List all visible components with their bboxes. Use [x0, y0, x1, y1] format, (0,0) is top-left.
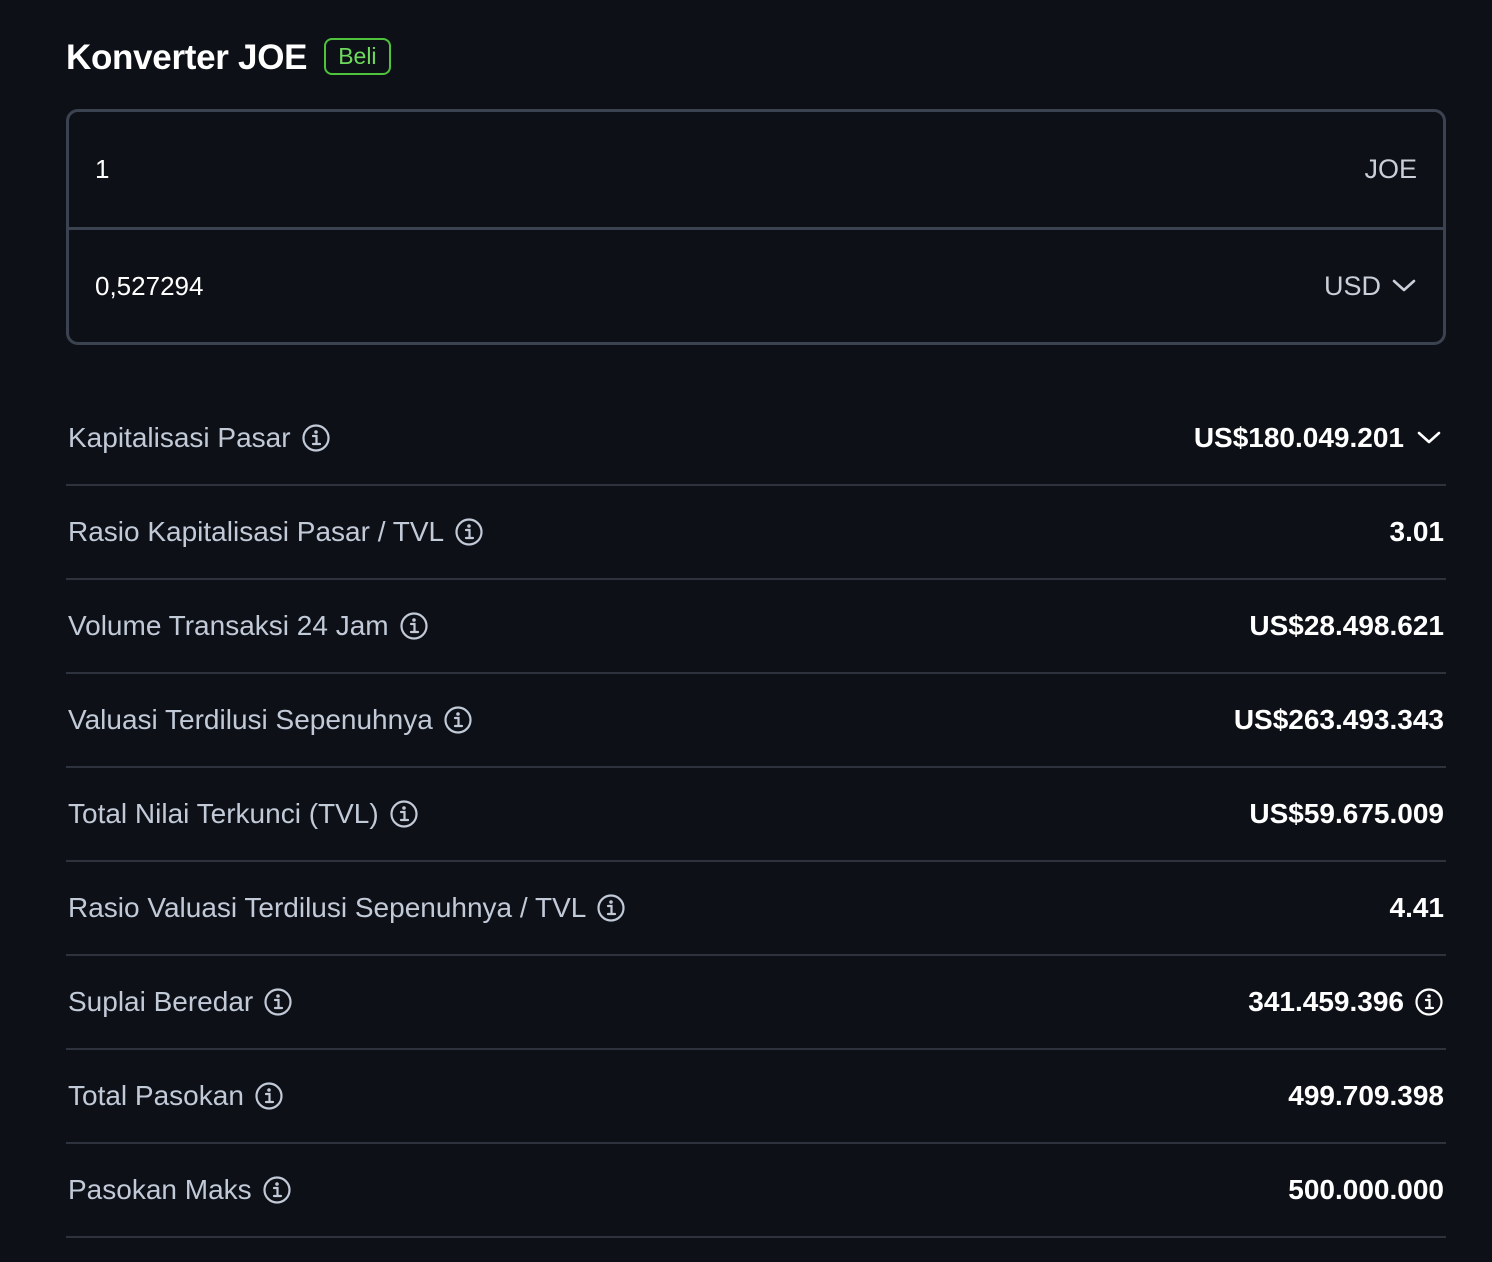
- info-icon[interactable]: [399, 611, 429, 641]
- stat-label: Total Nilai Terkunci (TVL): [68, 798, 379, 829]
- stats-list: Kapitalisasi Pasar US$180.049.201 Rasio …: [66, 392, 1446, 1238]
- stat-value: 500.000.000: [1288, 1174, 1444, 1205]
- from-amount-input[interactable]: [95, 154, 695, 185]
- stat-row-mcap-tvl-ratio: Rasio Kapitalisasi Pasar / TVL 3.01: [66, 486, 1446, 580]
- converter-panel: Konverter JOE Beli JOE USD Kapitalisasi …: [66, 0, 1446, 1238]
- from-unit-text: JOE: [1364, 154, 1417, 184]
- stat-label: Pasokan Maks: [68, 1174, 252, 1205]
- header: Konverter JOE Beli: [66, 0, 1446, 114]
- info-icon[interactable]: [254, 1081, 284, 1111]
- info-icon[interactable]: [389, 799, 419, 829]
- info-icon[interactable]: [263, 987, 293, 1017]
- stat-row-fdv: Valuasi Terdilusi Sepenuhnya US$263.493.…: [66, 674, 1446, 768]
- stat-row-total-supply: Total Pasokan 499.709.398: [66, 1050, 1446, 1144]
- currency-select[interactable]: USD: [1324, 271, 1417, 302]
- stat-row-market-cap: Kapitalisasi Pasar US$180.049.201: [66, 392, 1446, 486]
- stat-value: 341.459.396: [1248, 986, 1404, 1017]
- info-icon[interactable]: [301, 423, 331, 453]
- stat-label: Rasio Kapitalisasi Pasar / TVL: [68, 516, 445, 547]
- converter-to-row: USD: [69, 227, 1443, 342]
- stat-value: US$28.498.621: [1249, 610, 1444, 641]
- stat-label: Suplai Beredar: [68, 986, 254, 1017]
- stat-value: 499.709.398: [1288, 1080, 1444, 1111]
- stat-value: US$263.493.343: [1233, 704, 1444, 735]
- chevron-down-icon[interactable]: [1414, 428, 1444, 448]
- stat-label: Kapitalisasi Pasar: [68, 422, 291, 453]
- stat-label: Rasio Valuasi Terdilusi Sepenuhnya / TVL: [68, 892, 587, 923]
- converter-from-row: JOE: [69, 112, 1443, 227]
- from-unit-label: JOE: [1364, 154, 1417, 185]
- info-icon[interactable]: [454, 517, 484, 547]
- stat-row-circulating-supply: Suplai Beredar 341.459.396: [66, 956, 1446, 1050]
- page-title: Konverter JOE: [66, 38, 308, 77]
- stat-value: US$59.675.009: [1249, 798, 1444, 829]
- info-icon[interactable]: [596, 893, 626, 923]
- stat-row-tvl: Total Nilai Terkunci (TVL) US$59.675.009: [66, 768, 1446, 862]
- stat-value: 3.01: [1389, 516, 1445, 547]
- info-icon[interactable]: [262, 1175, 292, 1205]
- stat-value: US$180.049.201: [1193, 422, 1404, 453]
- to-amount-input[interactable]: [95, 270, 695, 302]
- chevron-down-icon: [1392, 279, 1416, 292]
- to-unit-text: USD: [1323, 270, 1381, 301]
- info-icon[interactable]: [1414, 987, 1444, 1017]
- stat-row-fdv-tvl-ratio: Rasio Valuasi Terdilusi Sepenuhnya / TVL…: [66, 862, 1446, 956]
- converter-box: JOE USD: [66, 109, 1446, 345]
- stat-label: Total Pasokan: [68, 1080, 244, 1111]
- stat-value: 4.41: [1389, 892, 1445, 923]
- stat-row-volume-24h: Volume Transaksi 24 Jam US$28.498.621: [66, 580, 1446, 674]
- stat-label: Valuasi Terdilusi Sepenuhnya: [68, 704, 433, 735]
- buy-badge-button[interactable]: Beli: [324, 37, 391, 75]
- info-icon[interactable]: [443, 705, 473, 735]
- stat-label: Volume Transaksi 24 Jam: [68, 610, 389, 641]
- stat-row-max-supply: Pasokan Maks 500.000.000: [66, 1144, 1446, 1238]
